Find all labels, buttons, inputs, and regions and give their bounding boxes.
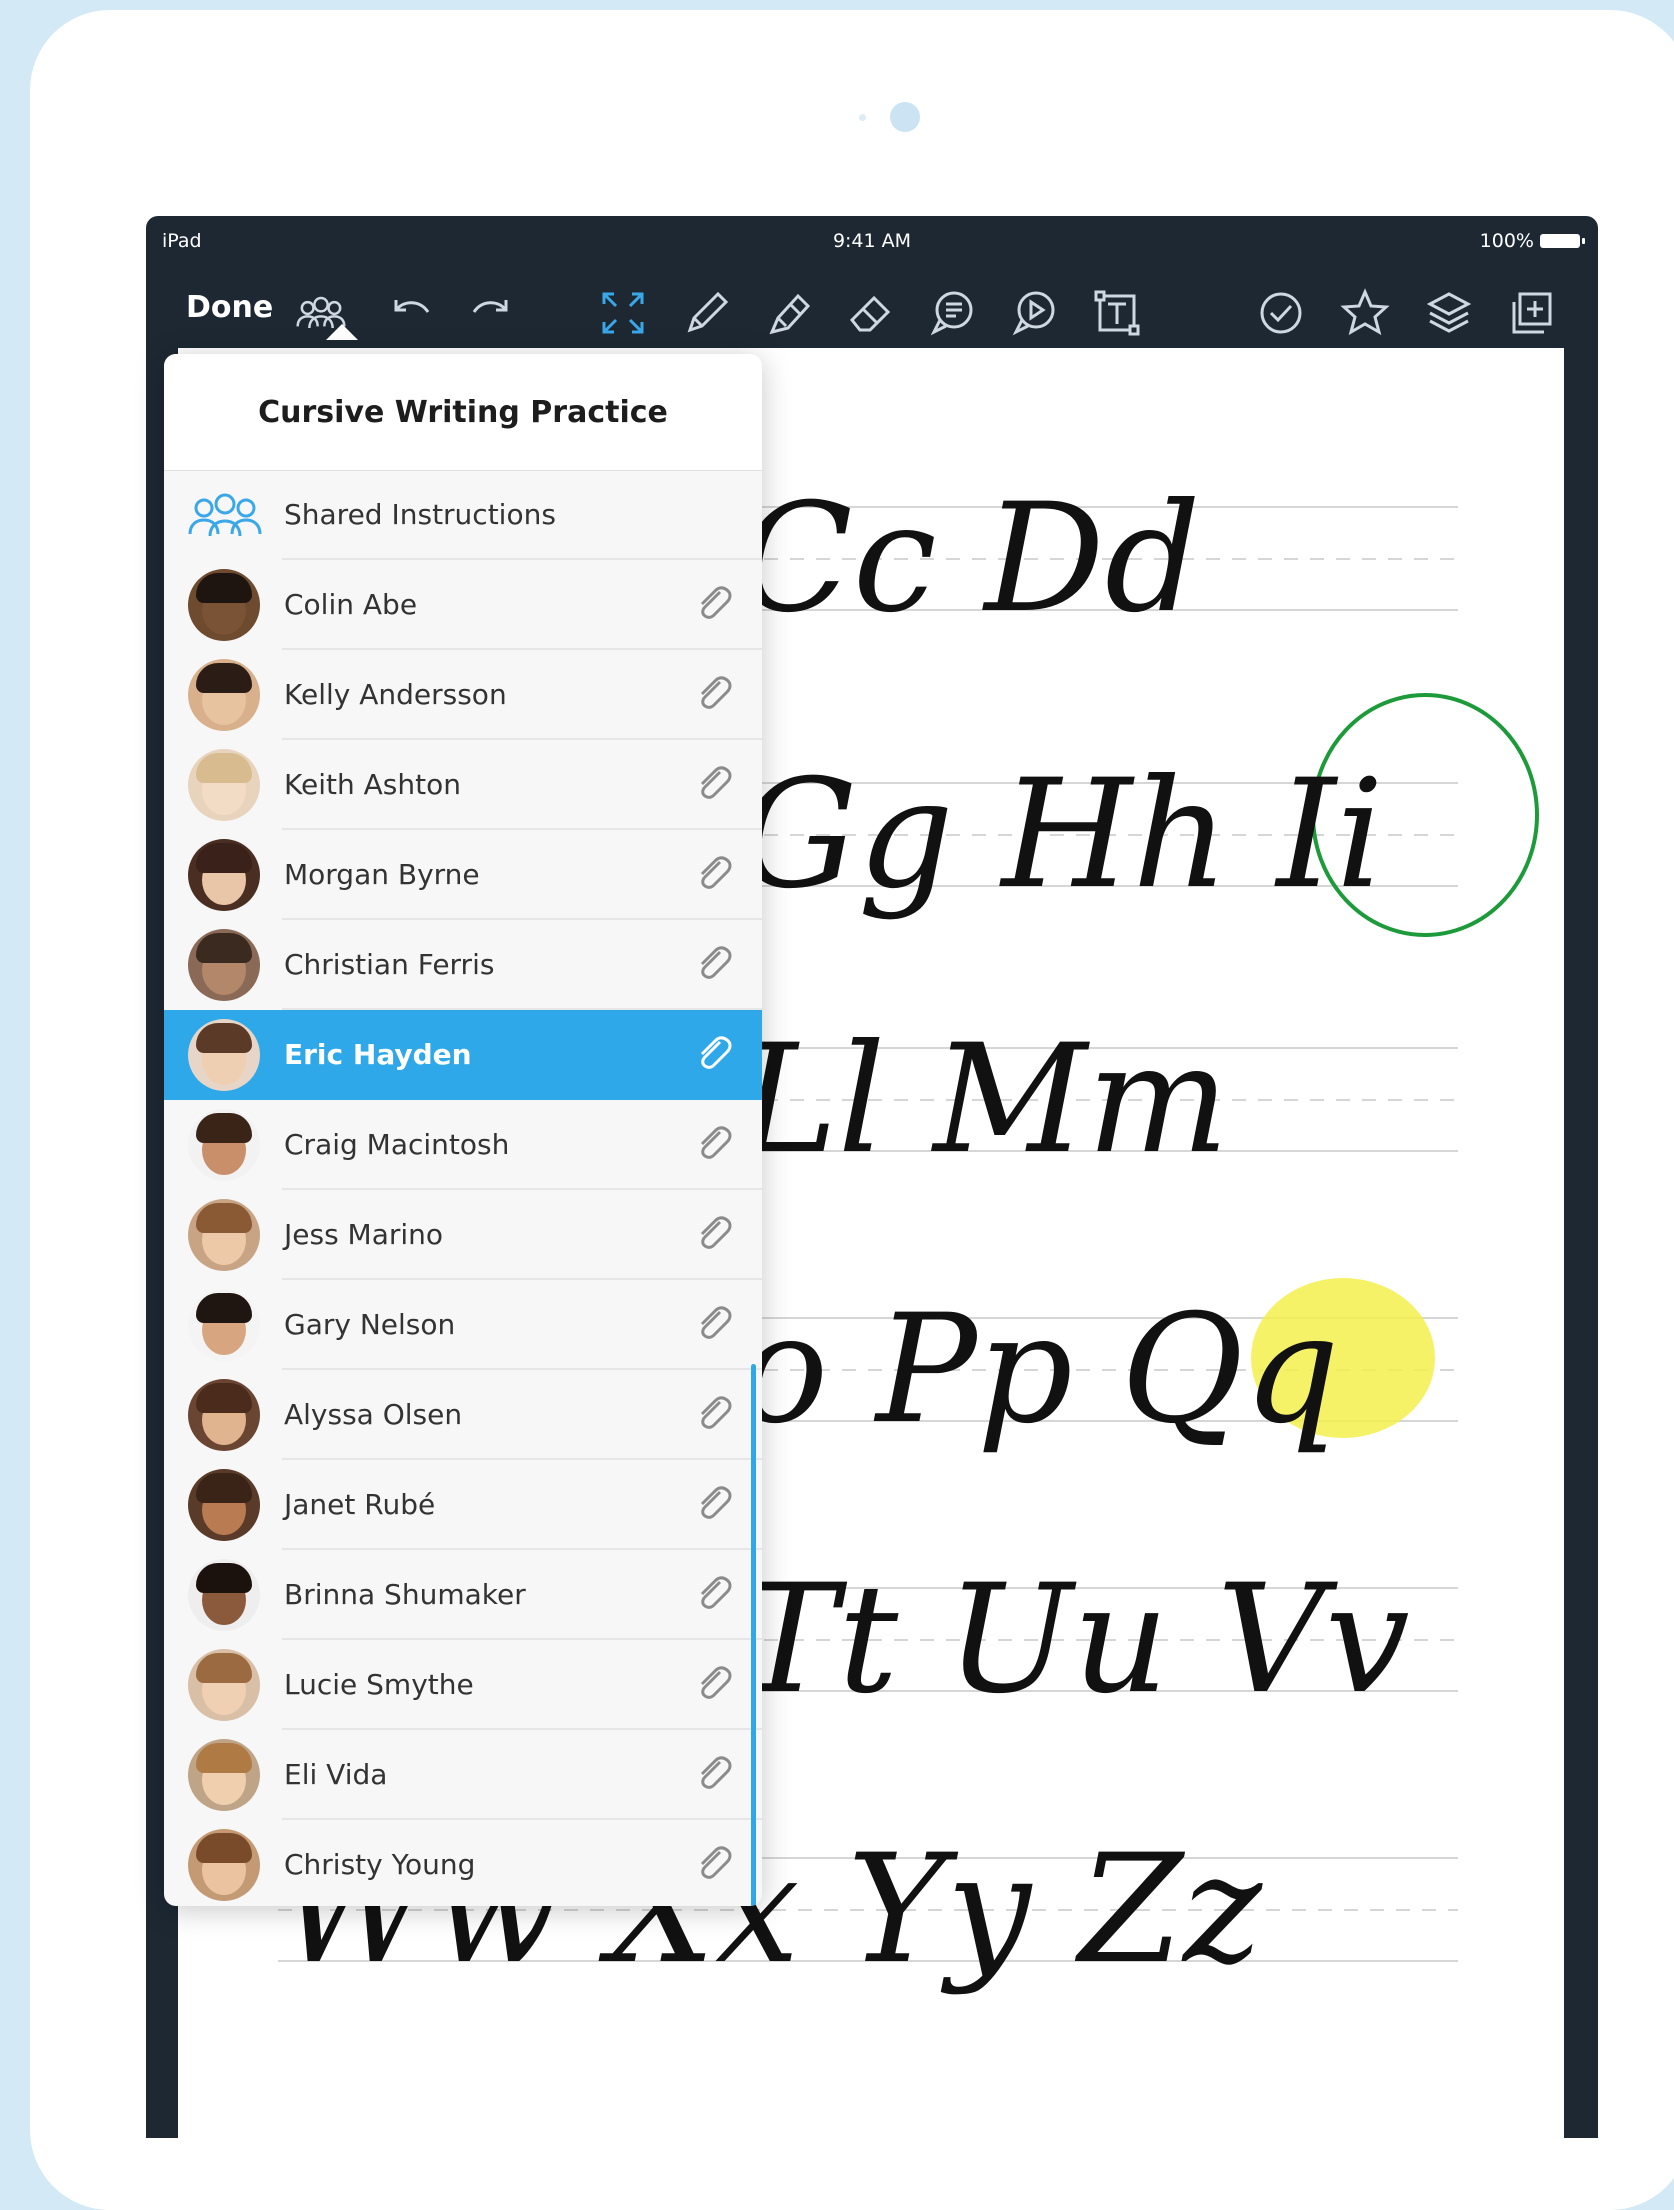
paperclip-icon (700, 1846, 732, 1879)
student-name: Alyssa Olsen (284, 1398, 463, 1431)
avatar (188, 1289, 260, 1361)
check-icon[interactable] (1254, 286, 1308, 340)
student-name: Janet Rubé (284, 1488, 436, 1521)
status-time: 9:41 AM (832, 230, 912, 252)
student-row[interactable]: Alyssa Olsen (164, 1370, 762, 1460)
fullscreen-icon[interactable] (596, 286, 650, 340)
avatar (188, 1109, 260, 1181)
student-name: Lucie Smythe (284, 1668, 474, 1701)
avatar (188, 1739, 260, 1811)
student-row[interactable]: Janet Rubé (164, 1460, 762, 1550)
layers-icon[interactable] (1422, 286, 1476, 340)
student-name: Gary Nelson (284, 1308, 456, 1341)
student-row[interactable]: Colin Abe (164, 560, 762, 650)
student-row[interactable]: Eli Vida (164, 1730, 762, 1820)
avatar (188, 1829, 260, 1901)
paperclip-icon (700, 856, 732, 889)
worksheet-row: Gg Hh Ii (738, 748, 1384, 922)
redo-icon[interactable] (464, 286, 518, 340)
worksheet-row: Cc Dd (738, 472, 1201, 646)
avatar (188, 1019, 260, 1091)
paperclip-icon (700, 946, 732, 979)
camera (890, 102, 920, 132)
popover-arrow (326, 324, 358, 340)
student-name: Brinna Shumaker (284, 1578, 526, 1611)
worksheet-row: o Pp Qq (738, 1283, 1340, 1457)
student-name: Morgan Byrne (284, 858, 480, 891)
text-box-icon[interactable] (1090, 286, 1144, 340)
worksheet-row: Tt Uu Vv (738, 1553, 1410, 1727)
paperclip-icon (700, 1756, 732, 1789)
student-row[interactable]: Kelly Andersson (164, 650, 762, 740)
student-name: Eric Hayden (284, 1038, 472, 1071)
shared-instructions-row[interactable]: Shared Instructions (164, 470, 762, 560)
battery-icon (1540, 234, 1585, 248)
student-row-selected[interactable]: Eric Hayden (164, 1010, 762, 1100)
sensor (859, 114, 866, 121)
battery-percent: 100% (1479, 230, 1534, 252)
student-name: Keith Ashton (284, 768, 461, 801)
student-row[interactable]: Christy Young (164, 1820, 762, 1906)
student-row[interactable]: Brinna Shumaker (164, 1550, 762, 1640)
paperclip-icon (700, 766, 732, 799)
students-icon (188, 493, 262, 537)
paperclip-icon (700, 1216, 732, 1249)
paperclip-icon (700, 676, 732, 709)
student-row[interactable]: Morgan Byrne (164, 830, 762, 920)
shared-instructions-label: Shared Instructions (284, 498, 556, 531)
paperclip-icon (700, 1486, 732, 1519)
student-row[interactable]: Craig Macintosh (164, 1100, 762, 1190)
student-name: Christy Young (284, 1848, 476, 1881)
toolbar: Done (146, 260, 1598, 396)
eraser-icon[interactable] (844, 286, 898, 340)
avatar (188, 1199, 260, 1271)
avatar (188, 1379, 260, 1451)
avatar (188, 569, 260, 641)
undo-icon[interactable] (384, 286, 438, 340)
student-name: Christian Ferris (284, 948, 495, 981)
student-row[interactable]: Christian Ferris (164, 920, 762, 1010)
student-name: Kelly Andersson (284, 678, 507, 711)
worksheet-row: Ll Mm (735, 1013, 1229, 1187)
popover-title: Cursive Writing Practice (164, 354, 762, 471)
paperclip-icon (700, 1576, 732, 1609)
scroll-indicator[interactable] (751, 1364, 756, 1906)
avatar (188, 659, 260, 731)
battery-status: 100% (1479, 230, 1585, 252)
paperclip-icon (700, 586, 732, 619)
student-row[interactable]: Lucie Smythe (164, 1640, 762, 1730)
comment-icon[interactable] (926, 286, 980, 340)
student-popover: Cursive Writing Practice Shared Instruct… (164, 354, 762, 1906)
avatar (188, 1469, 260, 1541)
student-name: Eli Vida (284, 1758, 388, 1791)
avatar (188, 929, 260, 1001)
avatar (188, 1649, 260, 1721)
pen-icon[interactable] (680, 286, 734, 340)
status-bar: iPad 9:41 AM 100% (146, 216, 1598, 260)
student-list: Shared Instructions Colin Abe Kelly Ande… (164, 470, 762, 1906)
add-page-icon[interactable] (1504, 286, 1558, 340)
done-button[interactable]: Done (186, 290, 273, 325)
avatar (188, 839, 260, 911)
student-name: Craig Macintosh (284, 1128, 510, 1161)
student-name: Colin Abe (284, 588, 418, 621)
avatar (188, 1559, 260, 1631)
star-icon[interactable] (1338, 286, 1392, 340)
paperclip-icon (700, 1036, 732, 1069)
audio-icon[interactable] (1008, 286, 1062, 340)
student-name: Jess Marino (284, 1218, 444, 1251)
avatar (188, 749, 260, 821)
student-row[interactable]: Jess Marino (164, 1190, 762, 1280)
highlighter-icon[interactable] (762, 286, 816, 340)
paperclip-icon (700, 1126, 732, 1159)
paperclip-icon (700, 1306, 732, 1339)
paperclip-icon (700, 1666, 732, 1699)
student-row[interactable]: Gary Nelson (164, 1280, 762, 1370)
paperclip-icon (700, 1396, 732, 1429)
student-row[interactable]: Keith Ashton (164, 740, 762, 830)
